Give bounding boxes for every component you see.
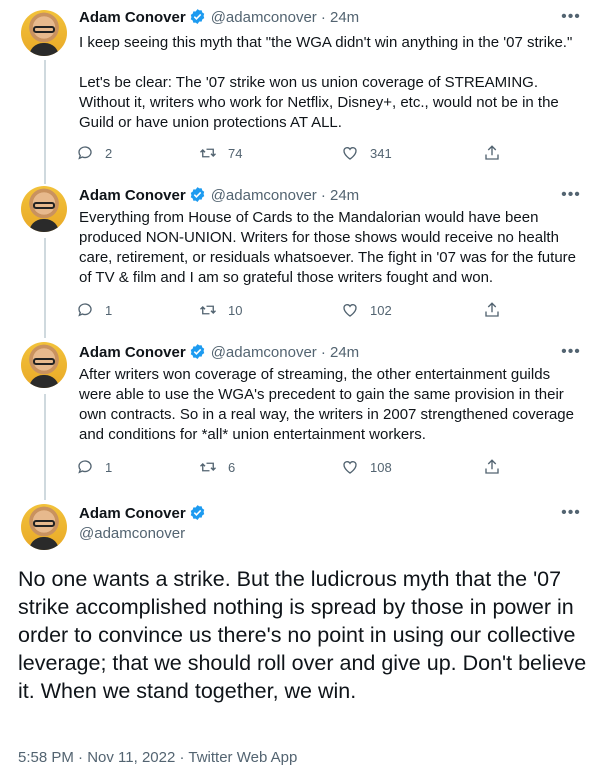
reply-count: 1 bbox=[105, 302, 113, 318]
retweet-icon bbox=[200, 462, 216, 472]
retweet-button[interactable]: 6 bbox=[199, 457, 235, 477]
like-button[interactable]: 108 bbox=[341, 457, 392, 477]
reply-button[interactable]: 1 bbox=[76, 300, 112, 320]
avatar[interactable] bbox=[21, 10, 67, 56]
share-icon bbox=[485, 302, 499, 317]
like-count: 341 bbox=[370, 145, 392, 161]
verified-badge-icon bbox=[190, 9, 204, 24]
author-name[interactable]: Adam Conover bbox=[79, 9, 186, 26]
like-button[interactable]: 102 bbox=[341, 300, 392, 320]
focused-tweet[interactable]: Adam Conover @adamconover ••• No one wan… bbox=[0, 496, 603, 779]
author-name[interactable]: Adam Conover bbox=[79, 505, 186, 522]
tweet-timestamp[interactable]: 5:58 PM · Nov 11, 2022 · bbox=[18, 749, 188, 766]
more-horizontal-icon[interactable]: ••• bbox=[561, 505, 581, 526]
author-name[interactable]: Adam Conover bbox=[79, 344, 186, 361]
avatar[interactable] bbox=[21, 186, 67, 232]
verified-badge-icon bbox=[190, 505, 204, 520]
share-icon bbox=[485, 145, 499, 160]
retweet-button[interactable]: 10 bbox=[199, 300, 242, 320]
tweet[interactable]: Adam Conover @adamconover · 24m ••• After … bbox=[0, 336, 603, 496]
tweet[interactable]: Adam Conover @adamconover · 24m ••• I keep… bbox=[0, 0, 603, 180]
more-horizontal-icon[interactable]: ••• bbox=[561, 9, 581, 30]
retweet-icon bbox=[200, 305, 216, 315]
tweet-text: No one wants a strike. But the ludicrous… bbox=[18, 567, 587, 703]
heart-icon bbox=[343, 461, 357, 474]
share-button[interactable] bbox=[483, 300, 501, 320]
avatar[interactable] bbox=[21, 342, 67, 388]
tweet-source-link[interactable]: Twitter Web App bbox=[188, 749, 297, 766]
avatar[interactable] bbox=[21, 504, 67, 550]
more-horizontal-icon[interactable]: ••• bbox=[561, 187, 581, 208]
reply-count: 2 bbox=[105, 145, 113, 161]
reply-button[interactable]: 2 bbox=[76, 143, 112, 163]
retweet-count: 6 bbox=[228, 459, 236, 475]
heart-icon bbox=[343, 304, 357, 317]
tweet-header: Adam Conover @adamconover · 24m bbox=[79, 8, 359, 28]
reply-button[interactable]: 1 bbox=[76, 457, 112, 477]
author-name[interactable]: Adam Conover bbox=[79, 187, 186, 204]
share-button[interactable] bbox=[483, 457, 501, 477]
reply-icon bbox=[78, 303, 92, 317]
like-count: 102 bbox=[370, 302, 392, 318]
tweet-time[interactable]: · 24m bbox=[321, 187, 359, 204]
reply-count: 1 bbox=[105, 459, 113, 475]
verified-badge-icon bbox=[190, 187, 204, 202]
retweet-button[interactable]: 74 bbox=[199, 143, 242, 163]
tweet-time[interactable]: · 24m bbox=[321, 344, 359, 361]
tweet-meta: 5:58 PM · Nov 11, 2022 · Twitter Web App bbox=[18, 748, 297, 768]
share-button[interactable] bbox=[483, 143, 501, 163]
retweet-count: 10 bbox=[228, 302, 243, 318]
tweet[interactable]: Adam Conover @adamconover · 24m ••• Everyt… bbox=[0, 180, 603, 336]
tweet-text: After writers won coverage of streaming,… bbox=[79, 366, 574, 443]
more-horizontal-icon[interactable]: ••• bbox=[561, 344, 581, 365]
heart-icon bbox=[343, 147, 357, 160]
tweet-text: I keep seeing this myth that "the WGA di… bbox=[79, 34, 573, 131]
reply-icon bbox=[78, 146, 92, 160]
reply-icon bbox=[78, 460, 92, 474]
author-handle[interactable]: @adamconover bbox=[211, 344, 317, 361]
like-button[interactable]: 341 bbox=[341, 143, 392, 163]
retweet-icon bbox=[200, 148, 216, 158]
tweet-time[interactable]: · 24m bbox=[321, 9, 359, 26]
share-icon bbox=[485, 459, 499, 474]
retweet-count: 74 bbox=[228, 145, 243, 161]
author-handle[interactable]: @adamconover bbox=[211, 187, 317, 204]
verified-badge-icon bbox=[190, 344, 204, 359]
author-name-row: Adam Conover bbox=[79, 504, 206, 524]
author-handle[interactable]: @adamconover bbox=[211, 9, 317, 26]
tweet-header: Adam Conover @adamconover · 24m bbox=[79, 343, 359, 363]
like-count: 108 bbox=[370, 459, 392, 475]
tweet-header: Adam Conover @adamconover · 24m bbox=[79, 186, 359, 206]
author-handle[interactable]: @adamconover bbox=[79, 524, 185, 544]
tweet-text: Everything from House of Cards to the Ma… bbox=[79, 209, 576, 286]
